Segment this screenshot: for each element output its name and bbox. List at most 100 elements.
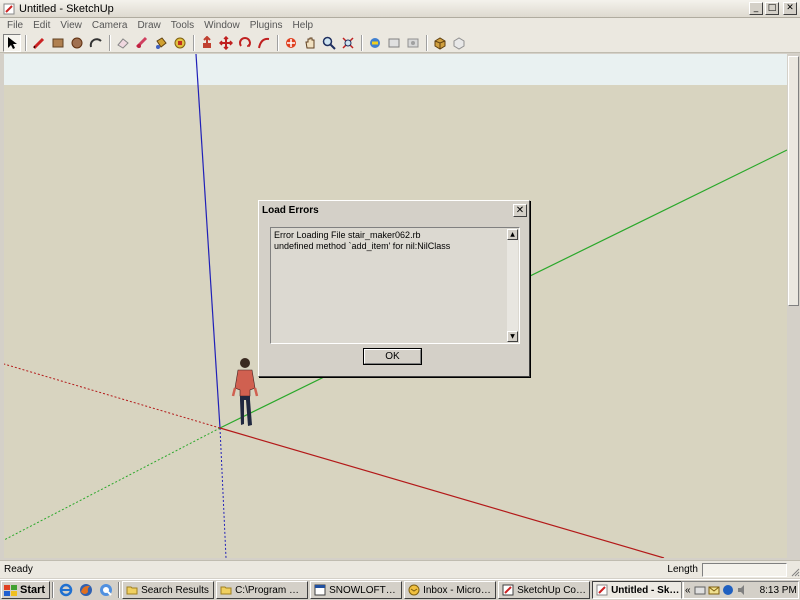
volume-icon[interactable] xyxy=(736,584,748,596)
eraser-tool-button[interactable] xyxy=(114,34,132,52)
toolbar-separator xyxy=(361,34,363,51)
share-model-icon xyxy=(388,38,400,47)
taskbar-button[interactable]: C:\Program File... xyxy=(216,581,309,599)
taskbar-button-active[interactable]: Untitled - Ske... xyxy=(592,581,685,599)
menu-file[interactable]: File xyxy=(2,20,28,31)
side-scrollbar-thumb[interactable] xyxy=(788,56,799,306)
offset-tool-button[interactable] xyxy=(282,34,300,52)
mail-icon xyxy=(408,584,420,596)
toolbar-separator xyxy=(193,34,195,51)
menu-draw[interactable]: Draw xyxy=(132,20,165,31)
ok-button[interactable]: OK xyxy=(363,348,422,365)
move-tool-button[interactable] xyxy=(217,34,235,52)
minimize-button[interactable]: _ xyxy=(749,2,763,15)
menu-help[interactable]: Help xyxy=(288,20,319,31)
toolbar-separator xyxy=(25,34,27,51)
components-button[interactable] xyxy=(431,34,449,52)
zoom-extents-tool-button[interactable] xyxy=(339,34,357,52)
firefox-icon xyxy=(80,584,93,596)
taskbar-button[interactable]: Inbox - Microso... xyxy=(404,581,497,599)
menu-tools[interactable]: Tools xyxy=(166,20,199,31)
dialog-titlebar: Load Errors ✕ xyxy=(259,201,529,219)
arc-tool-button[interactable] xyxy=(87,34,105,52)
maximize-button[interactable]: □ xyxy=(765,2,779,15)
start-label: Start xyxy=(20,584,46,596)
sketchup-app-icon xyxy=(3,3,15,14)
materials-button[interactable] xyxy=(450,34,468,52)
quicklaunch-divider xyxy=(118,582,121,598)
quicklaunch-divider xyxy=(52,582,55,598)
follow-me-tool-button[interactable] xyxy=(255,34,273,52)
tape-measure-tool-button[interactable] xyxy=(133,34,151,52)
menu-view[interactable]: View xyxy=(55,20,87,31)
message-scrollbar[interactable]: ▲ ▼ xyxy=(507,229,518,342)
security-icon[interactable] xyxy=(722,584,734,596)
zoom-extents-tool-icon xyxy=(342,36,354,49)
pencil-tool-icon xyxy=(32,37,45,49)
select-tool-icon xyxy=(8,36,17,49)
taskbar-button-label: Untitled - Ske... xyxy=(611,584,681,596)
pencil-tool-button[interactable] xyxy=(30,34,48,52)
paint-bucket-tool-button[interactable] xyxy=(152,34,170,52)
network-icon[interactable] xyxy=(694,584,706,596)
circle-tool-button[interactable] xyxy=(68,34,86,52)
taskbar-button-label: C:\Program File... xyxy=(235,584,304,596)
share-model-button[interactable] xyxy=(385,34,403,52)
scroll-down-icon[interactable]: ▼ xyxy=(507,331,518,342)
taskbar-button[interactable]: SketchUp Comm... xyxy=(498,581,591,599)
rectangle-tool-icon xyxy=(52,38,64,47)
materials-icon xyxy=(453,36,465,50)
error-message-text: Error Loading File stair_maker062.rb unde… xyxy=(274,230,450,252)
status-bar: Ready Length xyxy=(0,560,800,578)
start-button[interactable]: Start xyxy=(1,581,51,599)
pan-tool-icon xyxy=(305,37,315,48)
ok-button-label: OK xyxy=(364,349,421,364)
taskbar-button[interactable]: SNOWLOFT1 co... xyxy=(310,581,403,599)
push-pull-tool-button[interactable] xyxy=(198,34,216,52)
quicklaunch-ie[interactable] xyxy=(58,582,74,598)
zoom-tool-button[interactable] xyxy=(320,34,338,52)
circle-tool-icon xyxy=(71,37,83,48)
get-models-button[interactable] xyxy=(366,34,384,52)
pan-tool-button[interactable] xyxy=(301,34,319,52)
select-tool-button[interactable] xyxy=(3,33,21,52)
orbit-tool-button[interactable] xyxy=(171,34,189,52)
load-errors-dialog: Load Errors ✕ Error Loading File stair_m… xyxy=(258,200,530,377)
clock: 8:13 PM xyxy=(759,584,797,596)
menu-camera[interactable]: Camera xyxy=(87,20,133,31)
menu-window[interactable]: Window xyxy=(199,20,245,31)
window-title: Untitled - SketchUp xyxy=(19,2,114,15)
close-button[interactable]: ✕ xyxy=(783,2,797,15)
menu-edit[interactable]: Edit xyxy=(28,20,55,31)
tray-expand-icon[interactable]: « xyxy=(685,585,691,596)
side-scroll-strip xyxy=(787,54,800,558)
sky-area xyxy=(4,54,787,85)
get-models-icon xyxy=(370,37,380,48)
browser-icon xyxy=(502,584,514,596)
windows-taskbar: Start Search Results C:\Program File... … xyxy=(0,579,800,600)
menu-bar: File Edit View Camera Draw Tools Window … xyxy=(0,18,800,33)
quicklaunch-firefox[interactable] xyxy=(78,582,94,598)
rectangle-tool-button[interactable] xyxy=(49,34,67,52)
main-toolbar xyxy=(0,33,800,53)
follow-me-tool-icon xyxy=(258,37,270,48)
offset-tool-icon xyxy=(286,37,296,48)
length-input[interactable] xyxy=(702,562,787,577)
toolbar-separator xyxy=(109,34,111,51)
dialog-close-button[interactable]: ✕ xyxy=(513,203,527,217)
error-message-box[interactable]: Error Loading File stair_maker062.rb unde… xyxy=(270,227,520,344)
share-component-button[interactable] xyxy=(404,34,422,52)
scroll-up-icon[interactable]: ▲ xyxy=(507,229,518,240)
taskbar-button[interactable]: Search Results xyxy=(122,581,215,599)
quicklaunch-quicktime[interactable] xyxy=(98,582,114,598)
folder-icon xyxy=(220,586,232,595)
push-pull-tool-icon xyxy=(203,35,211,48)
mail-notification-icon[interactable] xyxy=(708,584,720,596)
error-line: undefined method `add_item' for nil:NilC… xyxy=(274,241,451,251)
rotate-tool-button[interactable] xyxy=(236,34,254,52)
arc-tool-icon xyxy=(89,37,102,47)
menu-plugins[interactable]: Plugins xyxy=(245,20,288,31)
resize-grip-icon[interactable] xyxy=(790,563,800,577)
length-label: Length xyxy=(667,564,698,575)
taskbar-button-label: Inbox - Microso... xyxy=(423,584,492,596)
